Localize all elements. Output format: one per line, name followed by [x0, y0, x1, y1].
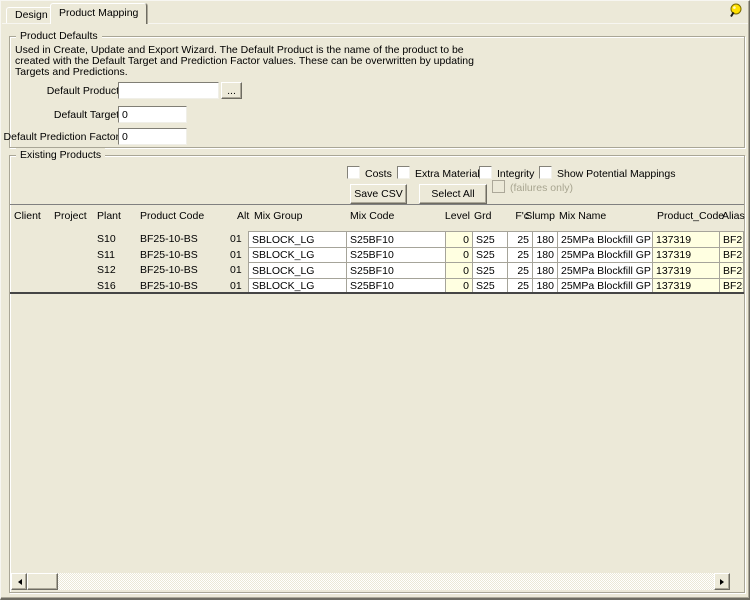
cell-fc[interactable]: 25 — [507, 247, 532, 263]
cell-alias[interactable]: BF25-1 — [719, 231, 744, 247]
default-product-label: Default Product: — [47, 85, 122, 97]
cell-alt: 01 — [230, 264, 242, 276]
cell-mix-name[interactable]: 25MPa Blockfill GP — [557, 247, 652, 263]
cell-plant: S16 — [97, 280, 116, 292]
cell-mix-group[interactable]: SBLOCK_LG — [248, 262, 346, 278]
tab-page: Product Defaults Used in Create, Update … — [2, 23, 748, 596]
cell-plant: S10 — [97, 233, 116, 245]
left-arrow-icon — [15, 579, 22, 585]
cell-alt: 01 — [230, 233, 242, 245]
cell-mix-code[interactable]: S25BF10 — [346, 247, 445, 263]
cell-grd[interactable]: S25 — [472, 231, 507, 247]
cell-product-code: BF25-10-BS — [140, 249, 198, 261]
cell-product-code: BF25-10-BS — [140, 280, 198, 292]
tab-bar: Design Product Mapping — [1, 1, 749, 23]
default-target-input[interactable] — [118, 106, 187, 123]
cell-slump[interactable]: 180 — [532, 278, 557, 294]
grid-end-line — [10, 292, 744, 294]
cell-slump[interactable]: 180 — [532, 247, 557, 263]
right-arrow-icon — [720, 579, 727, 585]
scroll-right-button[interactable] — [714, 573, 730, 590]
cell-alias[interactable]: BF25-1 — [719, 247, 744, 263]
help-icon[interactable] — [727, 3, 743, 19]
cell-alt: 01 — [230, 249, 242, 261]
scrollbar-thumb[interactable] — [27, 573, 58, 590]
cell-product-code-2[interactable]: 137319 — [652, 262, 719, 278]
cell-level[interactable]: 0 — [445, 278, 472, 294]
default-target-label: Default Target: — [54, 109, 122, 121]
cell-product-code: BF25-10-BS — [140, 233, 198, 245]
cell-level[interactable]: 0 — [445, 247, 472, 263]
cell-mix-name[interactable]: 25MPa Blockfill GP — [557, 262, 652, 278]
cell-grd[interactable]: S25 — [472, 278, 507, 294]
cell-product-code: BF25-10-BS — [140, 264, 198, 276]
cell-mix-group[interactable]: SBLOCK_LG — [248, 247, 346, 263]
cell-fc[interactable]: 25 — [507, 278, 532, 294]
table-row: S16 BF25-10-BS 01 SBLOCK_LG S25BF10 0 S2… — [10, 278, 744, 294]
default-product-input[interactable] — [118, 82, 219, 99]
cell-alt: 01 — [230, 280, 242, 292]
browse-button[interactable]: ... — [221, 82, 242, 99]
existing-products-group: Existing Products Costs Extra Materials … — [9, 155, 745, 593]
cell-fc[interactable]: 25 — [507, 231, 532, 247]
cell-product-code-2[interactable]: 137319 — [652, 231, 719, 247]
cell-mix-code[interactable]: S25BF10 — [346, 262, 445, 278]
cell-mix-group[interactable]: SBLOCK_LG — [248, 278, 346, 294]
cell-mix-name[interactable]: 25MPa Blockfill GP — [557, 231, 652, 247]
tab-product-mapping[interactable]: Product Mapping — [50, 3, 147, 24]
description-line: Targets and Predictions. — [15, 66, 128, 78]
group-title: Product Defaults — [16, 29, 102, 43]
cell-slump[interactable]: 180 — [532, 262, 557, 278]
product-defaults-group: Product Defaults Used in Create, Update … — [9, 36, 745, 148]
table-row: S11 BF25-10-BS 01 SBLOCK_LG S25BF10 0 S2… — [10, 247, 744, 263]
cell-mix-code[interactable]: S25BF10 — [346, 278, 445, 294]
cell-grd[interactable]: S25 — [472, 247, 507, 263]
cell-alias[interactable]: BF25-1 — [719, 262, 744, 278]
table-row: S12 BF25-10-BS 01 SBLOCK_LG S25BF10 0 S2… — [10, 262, 744, 278]
table-row: S10 BF25-10-BS 01 SBLOCK_LG S25BF10 0 S2… — [10, 231, 744, 247]
cell-mix-name[interactable]: 25MPa Blockfill GP — [557, 278, 652, 294]
horizontal-scrollbar-track[interactable] — [11, 573, 730, 590]
cell-grd[interactable]: S25 — [472, 262, 507, 278]
default-prediction-factor-input[interactable] — [118, 128, 187, 145]
cell-product-code-2[interactable]: 137319 — [652, 247, 719, 263]
cell-slump[interactable]: 180 — [532, 231, 557, 247]
cell-mix-group[interactable]: SBLOCK_LG — [248, 231, 346, 247]
cell-plant: S12 — [97, 264, 116, 276]
product-mapping-window: Design Product Mapping Product Defaults … — [0, 0, 750, 600]
cell-product-code-2[interactable]: 137319 — [652, 278, 719, 294]
default-prediction-factor-label: Default Prediction Factor: — [4, 131, 122, 143]
cell-level[interactable]: 0 — [445, 262, 472, 278]
scroll-left-button[interactable] — [11, 573, 27, 590]
cell-plant: S11 — [97, 249, 115, 261]
cell-mix-code[interactable]: S25BF10 — [346, 231, 445, 247]
cell-fc[interactable]: 25 — [507, 262, 532, 278]
cell-level[interactable]: 0 — [445, 231, 472, 247]
cell-alias[interactable]: BF25-1 — [719, 278, 744, 294]
